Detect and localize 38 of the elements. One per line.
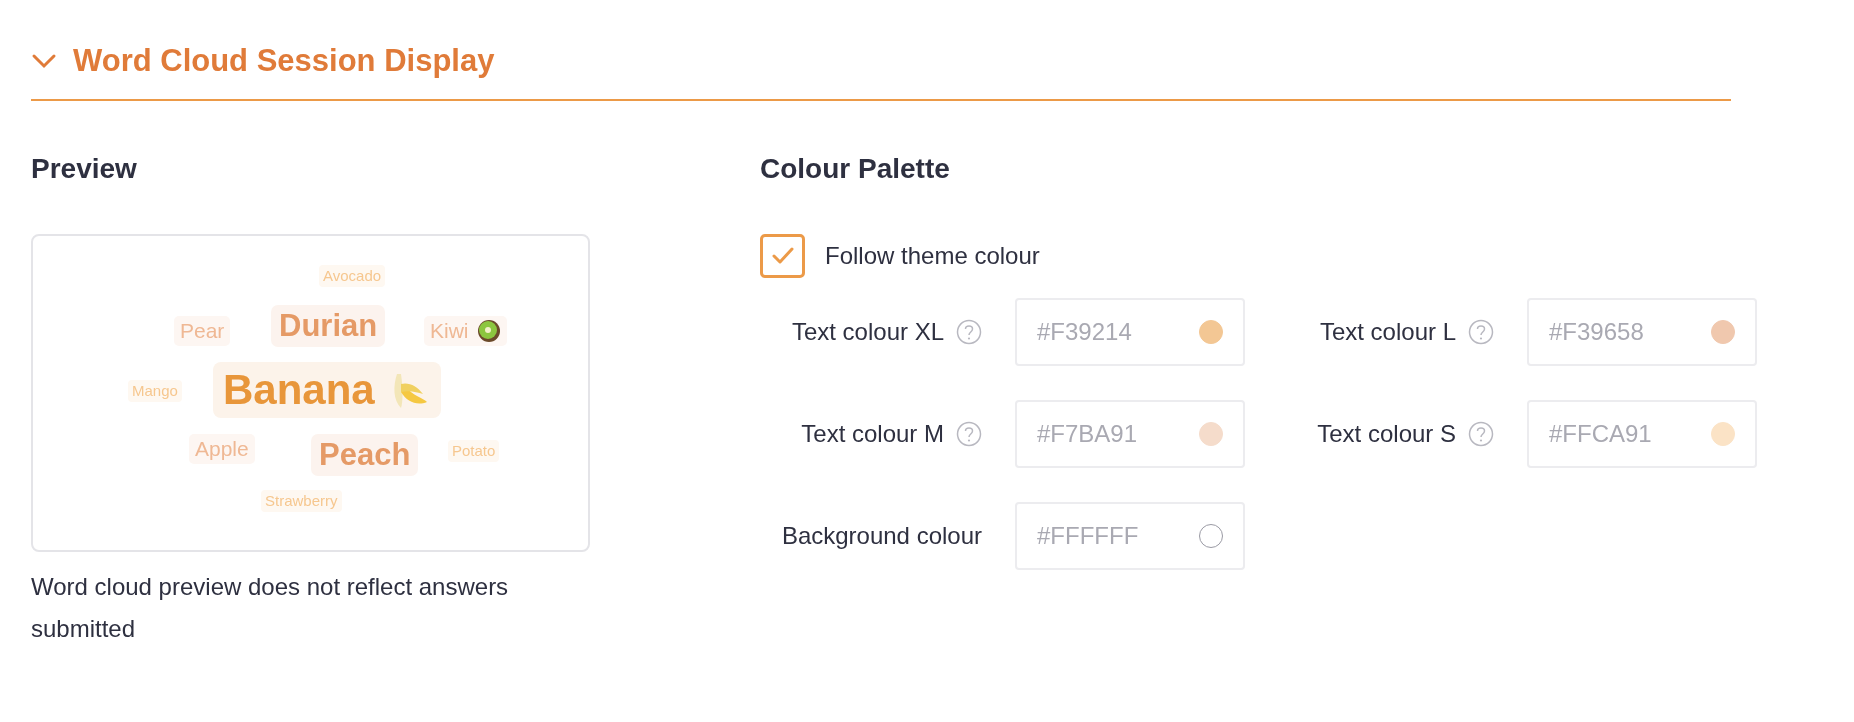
- colour-input[interactable]: #FFFFFF: [1015, 501, 1245, 570]
- field-label: Background colour: [781, 520, 982, 551]
- colour-value: #F39214: [1037, 316, 1132, 347]
- colour-value: #FFCA91: [1549, 418, 1652, 449]
- help-icon[interactable]: [1468, 420, 1494, 447]
- section-title: Word Cloud Session Display: [73, 42, 495, 80]
- word-text: Kiwi: [430, 317, 469, 344]
- palette-heading: Colour Palette: [760, 151, 951, 186]
- colour-input[interactable]: #FFCA91: [1527, 399, 1757, 468]
- kiwi-icon: [476, 318, 501, 343]
- colour-input[interactable]: #F7BA91: [1015, 399, 1245, 468]
- check-icon: [770, 245, 795, 266]
- field-label: Text colour L: [1319, 316, 1456, 347]
- word-text: Peach: [319, 435, 411, 474]
- word-text: Apple: [195, 435, 249, 462]
- colour-value: #FFFFFF: [1037, 520, 1139, 551]
- word-text: Strawberry: [265, 491, 338, 511]
- field-label: Text colour M: [801, 418, 944, 449]
- help-icon[interactable]: [956, 420, 982, 447]
- field-label: Text colour XL: [791, 316, 944, 347]
- preview-heading: Preview: [31, 151, 138, 186]
- colour-value: #F7BA91: [1037, 418, 1138, 449]
- preview-caption: Word cloud preview does not reflect answers submitted: [31, 571, 510, 644]
- word-text: Pear: [180, 317, 225, 344]
- help-icon[interactable]: [956, 318, 982, 345]
- checkbox-label: Follow theme colour: [825, 240, 1040, 271]
- colour-input[interactable]: #F39214: [1015, 297, 1245, 366]
- word-text: Potato: [452, 441, 496, 461]
- colour-input[interactable]: #F39658: [1527, 297, 1757, 366]
- word-text: Avocado: [323, 266, 382, 286]
- word-text: Mango: [132, 381, 178, 401]
- colour-value: #F39658: [1549, 316, 1644, 347]
- chevron-icon[interactable]: [31, 53, 57, 70]
- help-icon[interactable]: [1468, 318, 1494, 345]
- checkbox[interactable]: [760, 233, 805, 278]
- word-text: Banana: [223, 364, 375, 415]
- field-label: Text colour S: [1317, 418, 1456, 449]
- word-text: Durian: [279, 306, 378, 345]
